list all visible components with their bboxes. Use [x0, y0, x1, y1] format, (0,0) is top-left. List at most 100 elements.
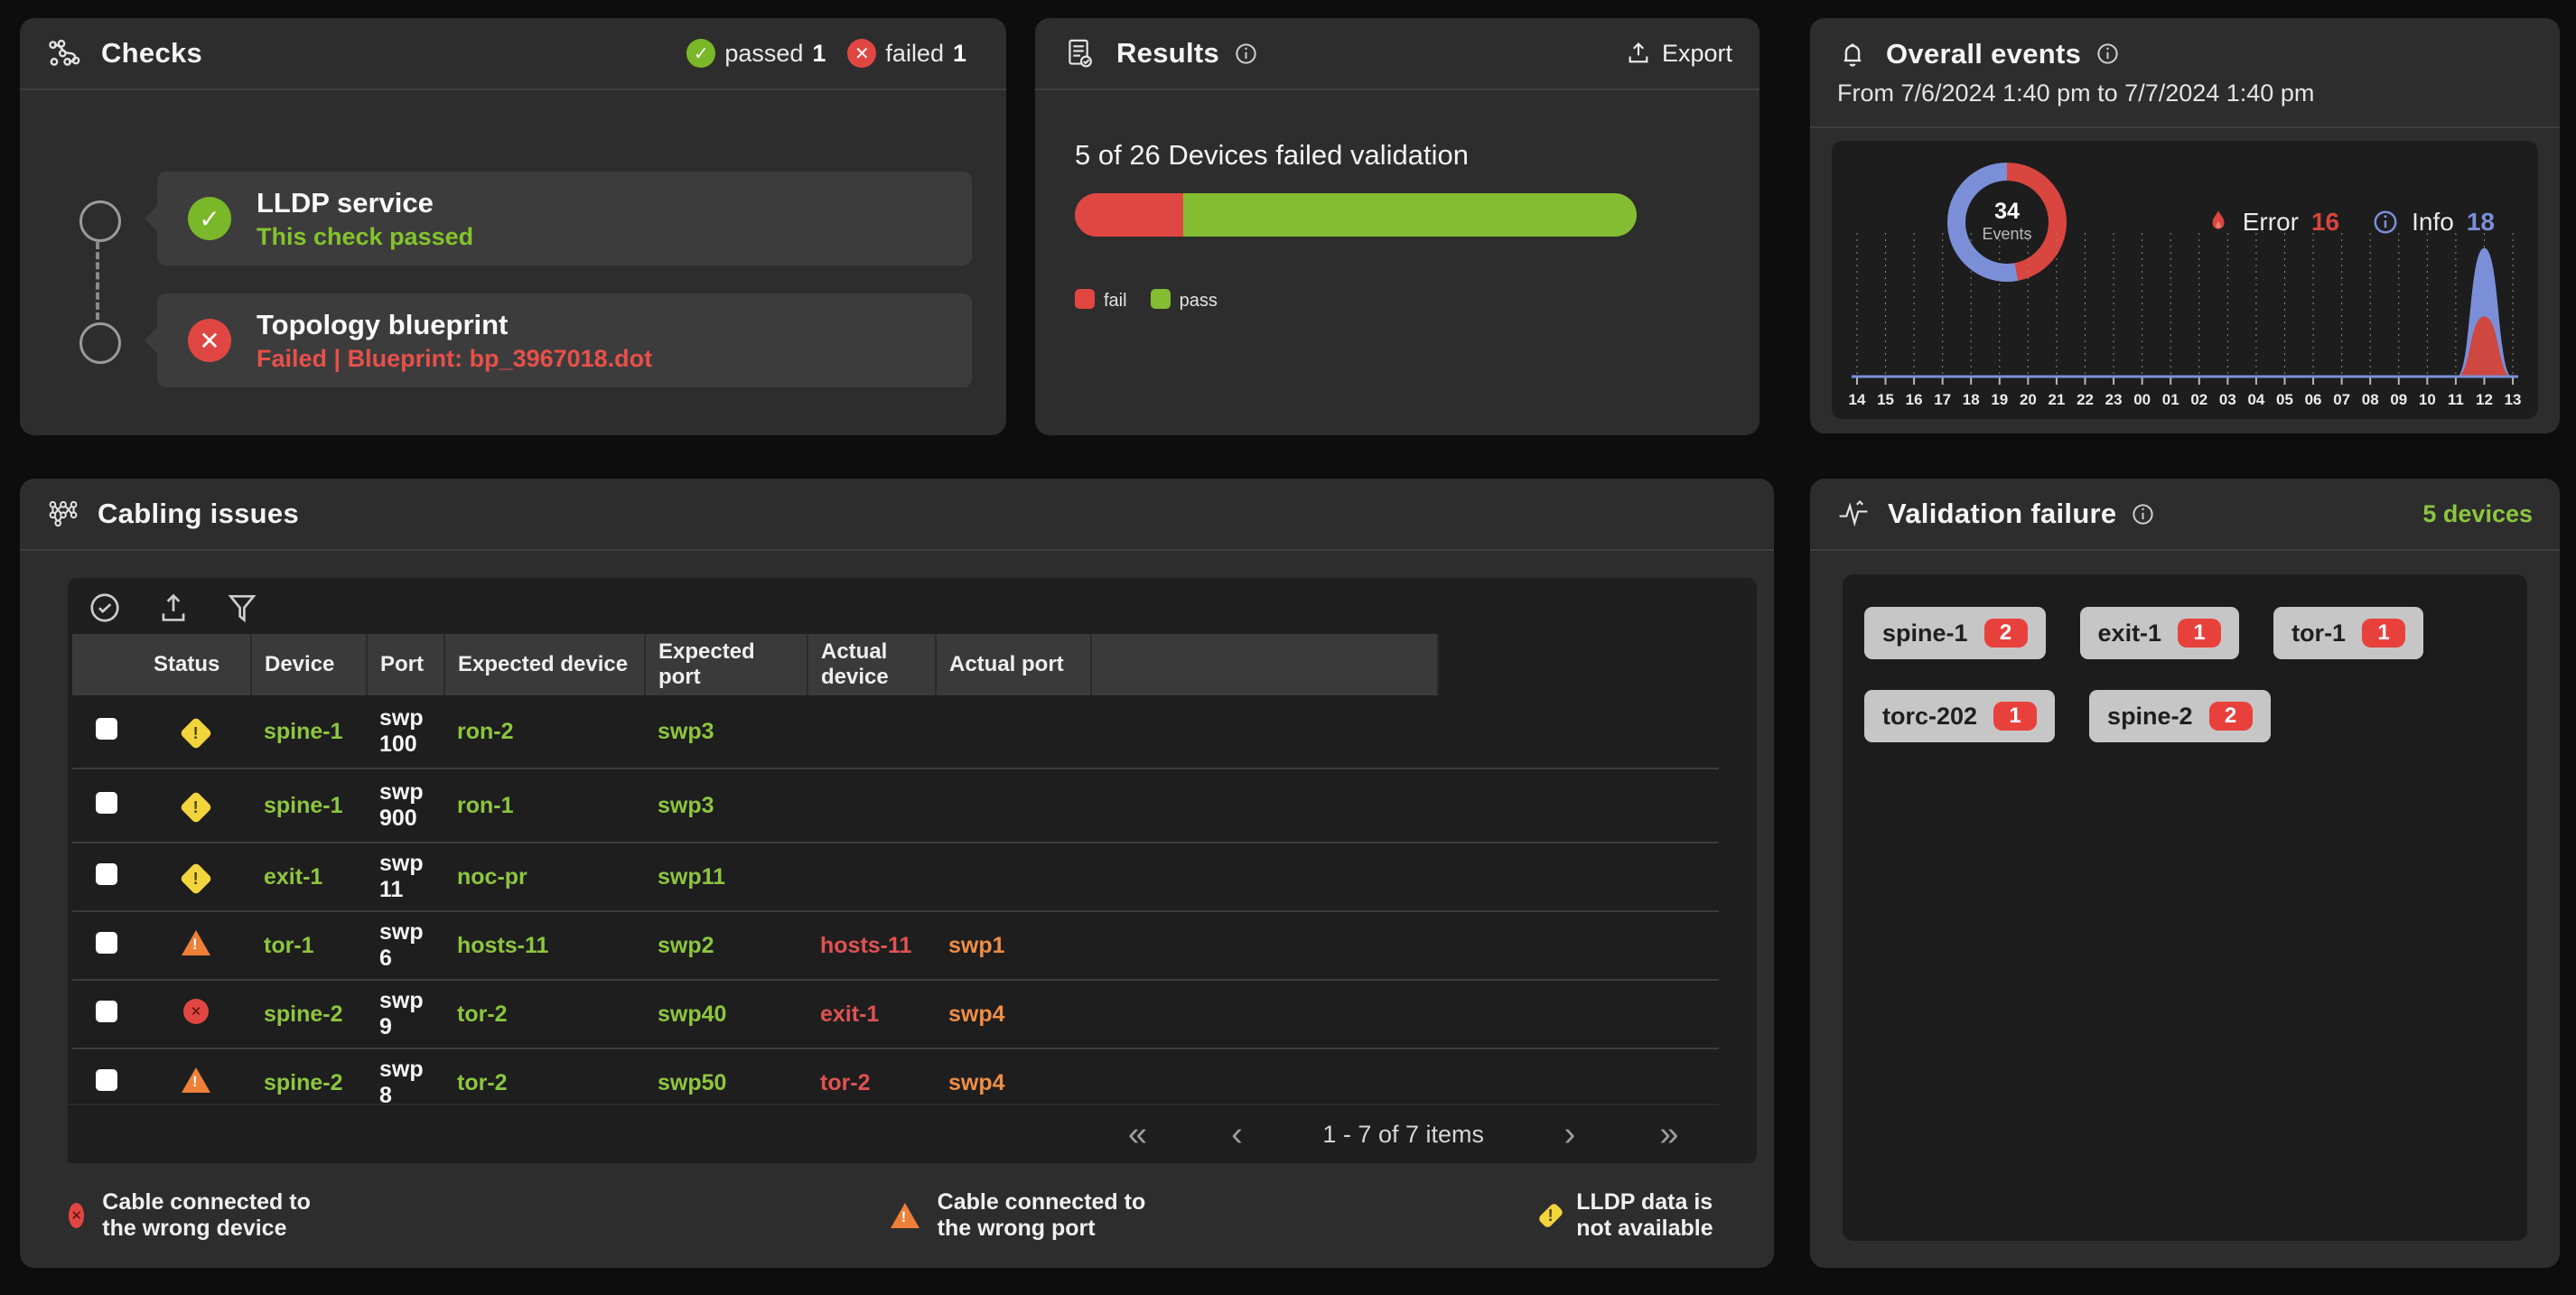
svg-text:05: 05: [2276, 391, 2293, 408]
header-device[interactable]: Device: [251, 634, 367, 695]
last-page-button[interactable]: »: [1619, 1115, 1719, 1154]
results-title: Results: [1116, 37, 1219, 70]
previous-page-button[interactable]: ‹: [1187, 1115, 1286, 1154]
export-button[interactable]: Export: [1626, 40, 1732, 68]
passed-label: passed: [724, 40, 803, 68]
table-row: spine-1 swp100 ron-2 swp3: [72, 695, 1719, 769]
cabling-topology-icon: [47, 498, 79, 529]
status-warning-icon: [180, 716, 213, 750]
header-actual-port[interactable]: Actual port: [936, 634, 1091, 695]
pulse-icon: [1837, 498, 1870, 529]
header-port[interactable]: Port: [367, 634, 444, 695]
pass-swatch: [1151, 289, 1171, 309]
table-row: spine-2 swp8 tor-2 swp50 tor-2 swp4: [72, 1048, 1719, 1104]
cell-expected-device: hosts-11: [444, 911, 645, 980]
device-chip[interactable]: tor-1 1: [2273, 607, 2423, 659]
validation-info-icon[interactable]: [2131, 502, 2155, 526]
cell-expected-device: ron-1: [444, 769, 645, 843]
results-info-icon[interactable]: [1234, 42, 1258, 66]
row-checkbox[interactable]: [96, 718, 117, 740]
filter-icon[interactable]: [225, 591, 259, 625]
status-warning-icon: [182, 930, 210, 955]
table-header-row: Status Device Port Expected device Expec…: [72, 634, 1719, 695]
progress-fail-segment: [1075, 193, 1183, 237]
svg-text:13: 13: [2505, 391, 2522, 408]
table-row: spine-1 swp900 ron-1 swp3: [72, 769, 1719, 843]
device-chip-name: torc-202: [1882, 703, 1977, 731]
pass-label: pass: [1180, 291, 1218, 311]
legend-label: LLDP data is not available: [1576, 1189, 1747, 1242]
next-page-button[interactable]: ›: [1520, 1115, 1619, 1154]
cell-device: spine-2: [251, 1048, 367, 1104]
svg-text:21: 21: [2049, 391, 2066, 408]
export-table-icon[interactable]: [156, 591, 191, 625]
failed-label: failed: [885, 40, 944, 68]
cell-port: swp100: [367, 695, 444, 769]
header-actual-device[interactable]: Actual device: [807, 634, 936, 695]
row-checkbox[interactable]: [96, 1001, 117, 1022]
cabling-table-panel: Status Device Port Expected device Expec…: [68, 578, 1757, 1163]
events-total-label: Events: [1982, 225, 2031, 244]
overall-events-card: Overall events From 7/6/2024 1:40 pm to …: [1810, 18, 2560, 433]
device-chip-name: spine-1: [1882, 620, 1968, 648]
cell-port: swp900: [367, 769, 444, 843]
cell-port: swp8: [367, 1048, 444, 1104]
device-chip[interactable]: spine-1 2: [1864, 607, 2046, 659]
svg-text:22: 22: [2077, 391, 2094, 408]
first-page-button[interactable]: «: [1087, 1115, 1187, 1154]
events-total: 34: [1994, 200, 2020, 223]
cell-port: swp6: [367, 911, 444, 980]
results-body: 5 of 26 Devices failed validation fail p…: [1035, 90, 1759, 312]
fail-label: fail: [1104, 291, 1127, 311]
events-time-range: From 7/6/2024 1:40 pm to 7/7/2024 1:40 p…: [1837, 79, 2533, 107]
header-checkbox-col: [72, 634, 141, 695]
cell-actual-device: tor-2: [807, 1048, 936, 1104]
results-report-icon: [1062, 37, 1098, 70]
device-chip[interactable]: torc-202 1: [1864, 690, 2055, 742]
svg-text:02: 02: [2190, 391, 2207, 408]
status-warning-icon: [180, 862, 213, 895]
checks-route-icon: [47, 37, 83, 70]
device-chip-count: 2: [1984, 619, 2028, 648]
device-chip-name: tor-1: [2291, 620, 2346, 648]
svg-text:14: 14: [1849, 391, 1866, 408]
cell-actual-device: exit-1: [807, 980, 936, 1048]
cell-expected-port: swp3: [645, 769, 807, 843]
header-expected-port[interactable]: Expected port: [645, 634, 807, 695]
cell-port: swp9: [367, 980, 444, 1048]
device-chip-name: exit-1: [2098, 620, 2162, 648]
status-warning-icon: [182, 1067, 210, 1093]
cell-expected-device: noc-pr: [444, 843, 645, 911]
check-item-lldp[interactable]: ✓ LLDP service This check passed: [157, 172, 972, 266]
device-chip-name: spine-2: [2107, 703, 2193, 731]
timeline-connector: [96, 242, 99, 320]
device-chip-count: 1: [1993, 702, 2037, 731]
passed-count: 1: [812, 40, 826, 68]
select-all-icon[interactable]: [88, 591, 122, 625]
row-checkbox[interactable]: [96, 1069, 117, 1091]
svg-text:08: 08: [2362, 391, 2379, 408]
cabling-title: Cabling issues: [98, 498, 299, 530]
check-name: Topology blueprint: [257, 309, 652, 341]
status-warning-icon: [180, 790, 213, 824]
device-chip[interactable]: exit-1 1: [2080, 607, 2240, 659]
svg-text:06: 06: [2305, 391, 2322, 408]
progress-pass-segment: [1183, 193, 1637, 237]
header-expected-device[interactable]: Expected device: [444, 634, 645, 695]
header-status[interactable]: Status: [141, 634, 251, 695]
cell-actual-port: swp4: [936, 1048, 1091, 1104]
row-checkbox[interactable]: [96, 792, 117, 814]
svg-text:19: 19: [1991, 391, 2008, 408]
row-checkbox[interactable]: [96, 863, 117, 885]
events-donut-chart: 34 Events: [1947, 163, 2067, 282]
device-chip[interactable]: spine-2 2: [2089, 690, 2271, 742]
row-checkbox[interactable]: [96, 932, 117, 954]
results-legend: fail pass: [1075, 289, 1720, 312]
svg-text:18: 18: [1963, 391, 1980, 408]
svg-text:09: 09: [2390, 391, 2407, 408]
events-chart-panel: 34 Events Error 16 Info 18 1415161718192…: [1832, 141, 2538, 419]
checks-body: ✓ LLDP service This check passed ✕ Topol…: [20, 90, 1006, 435]
cell-device: spine-1: [251, 769, 367, 843]
check-item-topology[interactable]: ✕ Topology blueprint Failed | Blueprint:…: [157, 293, 972, 387]
events-info-icon[interactable]: [2095, 42, 2120, 66]
